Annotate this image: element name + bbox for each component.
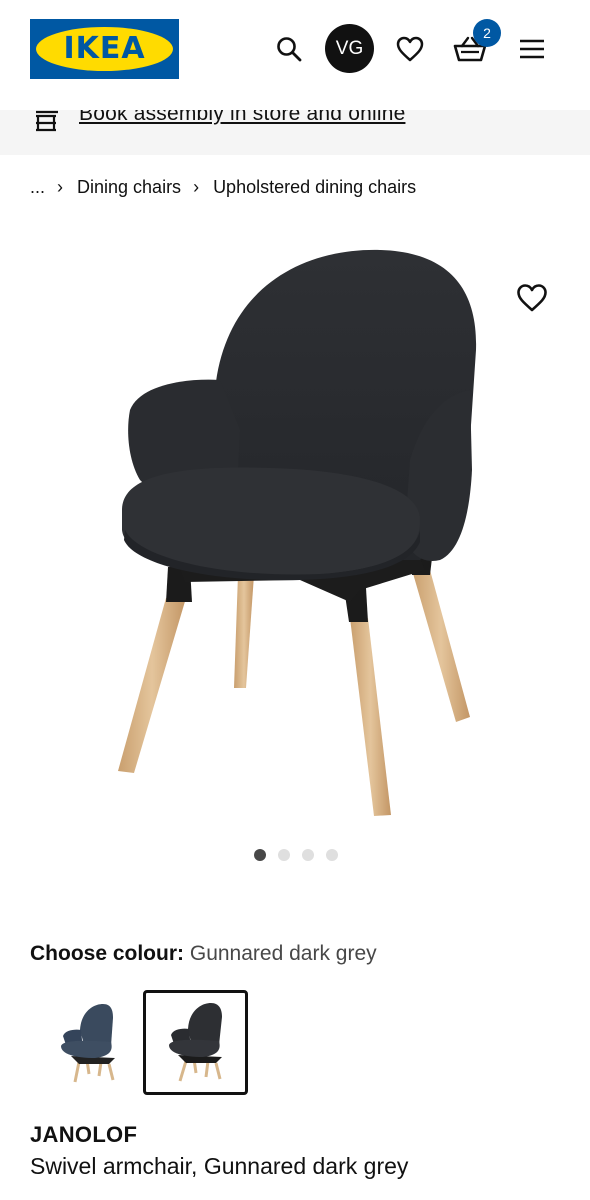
assembly-banner: Book assembly in store and online	[0, 110, 590, 155]
add-to-favourites-heart-icon[interactable]	[516, 283, 548, 313]
breadcrumb-ellipsis[interactable]: ...	[30, 177, 45, 198]
logo-text: IKEA	[63, 31, 146, 66]
swatch-chair-image-dark-grey	[169, 1003, 222, 1082]
chevron-right-icon: ›	[57, 176, 64, 197]
gallery-dot-2[interactable]	[278, 849, 290, 861]
chevron-right-icon: ›	[193, 176, 200, 197]
assembly-icon	[36, 110, 58, 132]
product-image-gallery[interactable]	[0, 230, 590, 830]
gallery-dot-1[interactable]	[254, 849, 266, 861]
gallery-dot-4[interactable]	[326, 849, 338, 861]
breadcrumb: ... › Dining chairs › Upholstered dining…	[30, 175, 416, 199]
ikea-logo[interactable]: IKEA	[30, 19, 179, 79]
breadcrumb-dining-chairs[interactable]: Dining chairs	[77, 177, 181, 198]
swatch-chair-image-blue	[61, 1004, 115, 1083]
product-description: Swivel armchair, Gunnared dark grey	[30, 1153, 409, 1179]
site-header: IKEA VG 2	[0, 0, 590, 100]
book-assembly-link[interactable]: Book assembly in store and online	[79, 110, 405, 126]
logo-oval: IKEA	[36, 27, 173, 71]
product-name: JANOLOF	[30, 1122, 138, 1147]
colour-swatch-blue[interactable]	[35, 990, 140, 1095]
menu-icon[interactable]	[508, 25, 556, 73]
product-image	[118, 249, 477, 816]
selected-colour-value: Gunnared dark grey	[189, 942, 377, 965]
heart-icon[interactable]	[386, 25, 434, 73]
avatar-initials: VG	[335, 37, 364, 59]
choose-colour-row: Choose colour: Gunnared dark grey	[30, 942, 377, 966]
choose-colour-label: Choose colour:	[30, 942, 185, 965]
search-icon[interactable]	[265, 25, 313, 73]
breadcrumb-upholstered-dining-chairs[interactable]: Upholstered dining chairs	[213, 177, 416, 198]
colour-swatch-gunnared-dark-grey[interactable]	[143, 990, 248, 1095]
cart-count-badge: 2	[473, 19, 501, 47]
gallery-dot-3[interactable]	[302, 849, 314, 861]
user-avatar[interactable]: VG	[325, 24, 374, 73]
gallery-pagination	[254, 849, 338, 861]
